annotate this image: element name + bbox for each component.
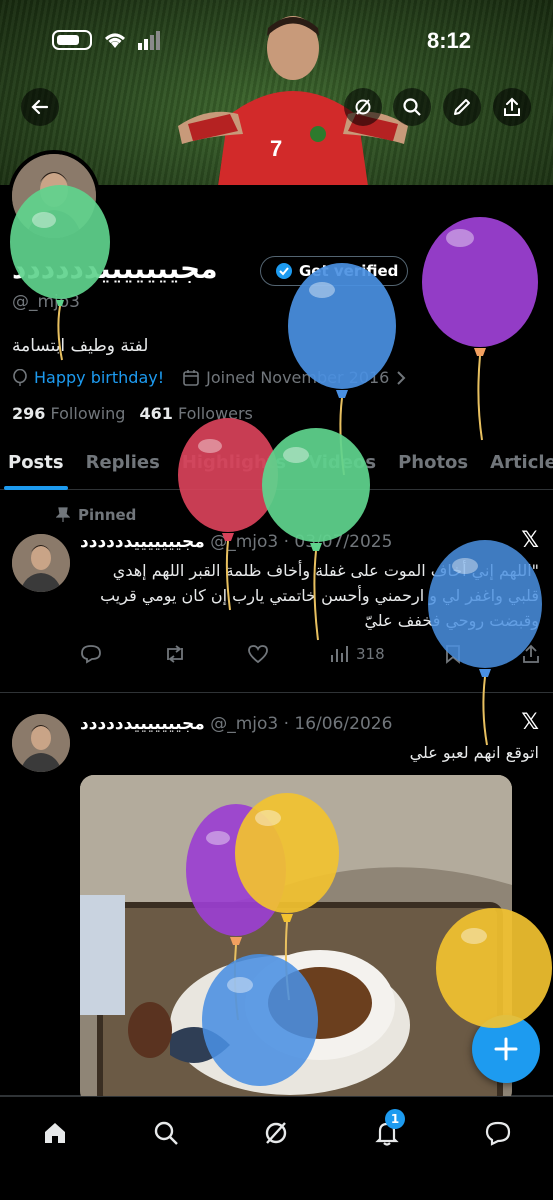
balloon <box>422 217 538 441</box>
reply-button[interactable] <box>80 644 102 664</box>
views-button[interactable]: 318 <box>330 645 385 663</box>
post-avatar[interactable] <box>12 714 70 772</box>
reply-icon <box>81 645 101 664</box>
signal-icon <box>138 31 160 50</box>
post-author-name[interactable]: مجيييييييدددددد <box>80 714 205 734</box>
post-author-handle: @_mjo3 <box>210 714 279 734</box>
post-avatar[interactable] <box>12 534 70 592</box>
tab-replies[interactable]: Replies <box>78 440 168 489</box>
nav-messages[interactable] <box>478 1113 518 1153</box>
tab-photos[interactable]: Photos <box>390 440 476 489</box>
share-icon <box>523 644 539 663</box>
get-verified-button[interactable]: Get verified <box>260 256 408 286</box>
status-icons <box>52 30 162 50</box>
tab-videos[interactable]: Videos <box>300 440 384 489</box>
post-author-name[interactable]: مجيييييييدددددد <box>80 532 205 552</box>
plus-icon <box>494 1037 518 1061</box>
profile-handle: @_mjo3 <box>12 292 80 312</box>
balloon-icon <box>13 368 27 386</box>
tab-posts[interactable]: Posts <box>0 440 72 490</box>
repost-button[interactable] <box>163 644 187 664</box>
share-post-button[interactable] <box>522 644 540 664</box>
notifications-badge: 1 <box>385 1109 406 1129</box>
photo-coffee-image <box>80 775 512 1105</box>
back-button[interactable] <box>21 88 59 126</box>
share-button[interactable] <box>493 88 531 126</box>
views-count: 318 <box>356 645 385 663</box>
calendar-icon <box>183 369 199 386</box>
search-icon <box>154 1121 178 1145</box>
profile-name: مجيييييييدددددد <box>12 252 218 285</box>
nav-search[interactable] <box>146 1113 186 1153</box>
pencil-icon <box>454 99 470 115</box>
bottom-nav: 1 <box>0 1096 553 1200</box>
x-logo-icon: 𝕏 <box>521 710 539 735</box>
like-button[interactable] <box>247 644 269 664</box>
birthday-link[interactable]: Happy birthday! <box>34 368 164 387</box>
wifi-icon <box>105 33 125 48</box>
followers-label: Followers <box>177 404 253 423</box>
share-icon <box>504 97 520 116</box>
profile-meta: Happy birthday! Joined November 2016 <box>12 368 407 387</box>
pinned-indicator: Pinned <box>56 506 136 524</box>
post-header: مجيييييييدددددد @_mjo3 · 16/06/2026 <box>80 714 393 734</box>
bookmark-icon <box>446 645 461 664</box>
following-link[interactable]: 296 Following <box>12 404 125 423</box>
search-icon <box>403 98 421 116</box>
arrow-left-icon <box>31 99 49 115</box>
pinned-label: Pinned <box>78 506 137 524</box>
nav-notifications[interactable]: 1 <box>367 1109 407 1153</box>
pin-icon <box>56 507 70 522</box>
profile-bio: لفتة وطيف ابتسامة <box>12 336 149 356</box>
followers-count: 461 <box>139 404 173 423</box>
joined-date: Joined November 2016 <box>206 368 390 387</box>
svg-text:7: 7 <box>270 136 282 161</box>
post-date: 03/07/2025 <box>294 532 393 552</box>
battery-icon <box>52 30 92 50</box>
home-icon <box>45 1123 66 1143</box>
post-date: 16/06/2026 <box>294 714 393 734</box>
grok-icon <box>355 99 371 115</box>
followers-link[interactable]: 461 Followers <box>139 404 252 423</box>
avatar-image <box>12 534 70 592</box>
repost-icon <box>166 645 183 663</box>
compose-button[interactable] <box>472 1015 540 1083</box>
post-header: مجيييييييدددددد @_mjo3 · 03/07/2025 <box>80 532 393 552</box>
post-actions: 318 <box>80 644 540 664</box>
post-photo[interactable] <box>80 775 512 1105</box>
nav-home[interactable] <box>35 1113 75 1153</box>
post-author-handle: @_mjo3 <box>210 532 279 552</box>
grok-button[interactable] <box>344 88 382 126</box>
search-button[interactable] <box>393 88 431 126</box>
heart-icon <box>248 645 269 664</box>
views-icon <box>331 646 349 662</box>
chevron-right-icon[interactable] <box>395 370 407 386</box>
profile-avatar[interactable] <box>8 150 100 242</box>
following-label: Following <box>50 404 126 423</box>
profile-banner[interactable]: 7 8:12 <box>0 0 553 185</box>
edit-button[interactable] <box>443 88 481 126</box>
avatar-image <box>12 154 96 238</box>
bookmark-button[interactable] <box>445 644 461 664</box>
follow-stats: 296 Following 461 Followers <box>12 404 253 423</box>
x-logo-icon: 𝕏 <box>521 528 539 553</box>
grok-icon <box>266 1122 287 1144</box>
tab-articles[interactable]: Articles <box>482 440 553 489</box>
status-time: 8:12 <box>426 28 471 53</box>
profile-tabs: Posts Replies Highlights Videos Photos A… <box>0 440 553 490</box>
tab-highlights[interactable]: Highlights <box>174 440 294 489</box>
verified-badge-icon <box>276 263 292 279</box>
chat-icon <box>485 1121 510 1146</box>
get-verified-label: Get verified <box>299 262 399 280</box>
banner-player-image: 7 <box>178 16 408 185</box>
post-text: "اللهم إني أخاف الموت على غفلة وأخاف ظلم… <box>100 561 539 630</box>
post-text: اتوقع انهم لعبو علي <box>409 743 539 762</box>
nav-grok[interactable] <box>256 1113 296 1153</box>
avatar-image <box>12 714 70 772</box>
following-count: 296 <box>12 404 46 423</box>
